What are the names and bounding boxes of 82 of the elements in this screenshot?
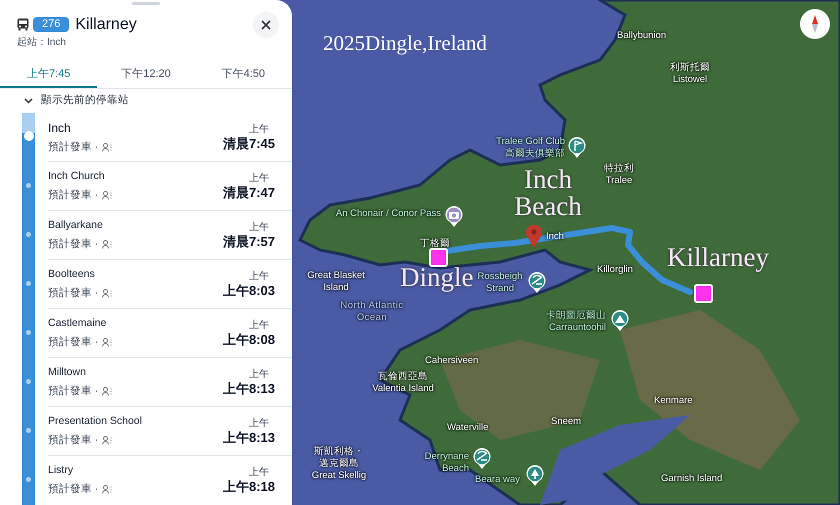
departure-time: 清晨7:57	[222, 234, 275, 248]
departure-status: 預計發車 ·	[48, 334, 98, 350]
stop-name: Boolteens	[48, 266, 96, 282]
time-period: 上午	[249, 222, 270, 234]
crowd-icon	[102, 288, 114, 298]
camera-icon[interactable]	[445, 206, 463, 228]
crowd-icon	[102, 143, 114, 152]
stop-name: Presentation School	[48, 414, 143, 429]
timeline-segment-passed	[22, 113, 35, 133]
crowd-icon	[102, 485, 114, 494]
stop-name: Listry	[48, 463, 74, 478]
time-period: 上午	[249, 172, 270, 184]
golf-flag-icon[interactable]	[568, 137, 586, 159]
departure-status: 預計發車 ·	[48, 286, 98, 300]
place-label: Inch	[546, 231, 564, 243]
departure-status: 預計發車 ·	[48, 482, 98, 497]
annotation-label: Inch Beach	[514, 166, 582, 220]
map-pin-icon	[525, 224, 543, 248]
departure-status: 預計發車 ·	[48, 140, 98, 155]
departure-status: 預計發車 ·	[48, 384, 98, 398]
place-label: 利斯托爾 Listowel	[670, 62, 710, 86]
crowd-icon	[102, 436, 114, 445]
place-label: 丁格爾	[420, 238, 450, 250]
departure-time: 上午8:13	[222, 380, 275, 396]
departure-status: 預計發車 ·	[48, 188, 98, 202]
departure-time: 上午8:18	[222, 479, 275, 494]
place-label: Kenmare	[654, 395, 693, 407]
departure-tab[interactable]: 上午7:45	[0, 62, 98, 88]
crowd-icon	[102, 386, 114, 396]
place-label: Great Blasket Island	[307, 270, 365, 294]
departure-time: 上午8:03	[222, 282, 275, 298]
crowd-icon	[102, 338, 114, 347]
place-label: Waterville	[447, 422, 488, 434]
stop-name: Inch Church	[48, 168, 106, 184]
departure-tab[interactable]: 下午12:20	[97, 62, 195, 88]
previous-stops-toggle[interactable]: 顯示先前的停靠站	[0, 88, 292, 113]
close-icon	[261, 20, 271, 30]
poi-label: Rossbeigh Strand	[478, 271, 522, 295]
place-label: Ballybunion	[617, 30, 666, 42]
departure-status: 預計發車 ·	[48, 236, 98, 252]
crowd-icon	[102, 240, 114, 249]
stop-name: Castlemaine	[48, 316, 108, 331]
place-label: 斯凱利格・ 邁克爾島 Great Skellig	[312, 446, 366, 482]
ocean-label: North Atlantic Ocean	[340, 300, 404, 324]
time-period: 上午	[249, 124, 270, 136]
close-button[interactable]	[253, 12, 279, 38]
bus-icon	[17, 18, 29, 32]
departure-time: 上午8:08	[222, 332, 275, 346]
drag-handle[interactable]	[132, 2, 160, 5]
stop-name: Inch	[48, 120, 72, 137]
departure-status: 預計發車 ·	[48, 432, 98, 448]
place-label: Killorglin	[597, 264, 633, 276]
time-period: 上午	[249, 270, 270, 282]
departure-time: 上午8:13	[222, 430, 275, 444]
time-period: 上午	[249, 368, 270, 380]
stop-name: Milltown	[48, 364, 87, 380]
annotation-label: Killarney	[667, 244, 769, 271]
location-square	[429, 248, 448, 267]
route-badge: 276	[33, 17, 70, 32]
route-destination: Killarney	[75, 14, 138, 35]
stop-name: Ballyarkane	[48, 218, 104, 233]
place-label: Garnish Island	[661, 473, 722, 485]
poi-label: 卡朗圖厄爾山 Carrauntoohil	[546, 310, 606, 334]
crowd-icon	[102, 190, 114, 200]
annotation-label: Dingle	[400, 264, 474, 291]
place-label: Sneem	[551, 416, 582, 428]
location-square	[694, 284, 713, 303]
time-period: 上午	[249, 320, 270, 332]
tree-icon[interactable]	[526, 465, 544, 487]
departure-time: 清晨7:47	[222, 184, 275, 200]
chevron-icon	[24, 98, 33, 104]
mountain-icon[interactable]	[611, 310, 629, 332]
map-title: 2025Dingle,Ireland	[323, 30, 487, 57]
place-label: 特拉利 Tralee	[604, 163, 634, 187]
departure-time: 清晨7:45	[222, 136, 275, 150]
time-period: 上午	[249, 467, 270, 479]
place-label: Cahersiveen	[425, 355, 478, 367]
time-period: 上午	[249, 418, 270, 430]
origin-stop: 起站：Inch	[16, 36, 67, 50]
departure-tab[interactable]: 下午4:50	[194, 62, 292, 88]
compass-icon[interactable]	[800, 9, 830, 39]
poi-label: An Chonair / Conor Pass	[336, 208, 441, 220]
